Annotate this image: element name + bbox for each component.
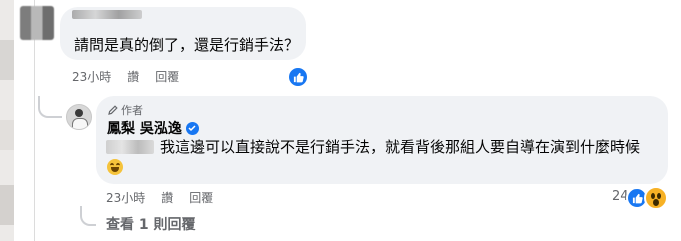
mention-redacted[interactable]	[106, 140, 154, 154]
background-page-strip	[0, 0, 14, 241]
reply-like-button[interactable]: 讚	[161, 189, 173, 206]
view-replies-link[interactable]: 查看 1 則回覆	[106, 214, 196, 234]
grin-emoji-icon	[107, 159, 123, 175]
author-name[interactable]: 鳳梨 吳泓逸	[107, 118, 199, 138]
thread-connector-replies	[80, 206, 96, 226]
commenter-name-redacted[interactable]	[72, 10, 142, 19]
comment-timestamp[interactable]: 23小時	[72, 68, 111, 85]
reply-timestamp[interactable]: 23小時	[106, 189, 145, 206]
reply-actions: 23小時 讚 回覆	[106, 189, 213, 206]
pencil-icon	[108, 105, 118, 115]
like-icon[interactable]	[287, 66, 309, 88]
verified-icon	[185, 121, 199, 135]
like-button[interactable]: 讚	[127, 68, 139, 85]
wow-icon[interactable]	[644, 186, 668, 210]
author-badge-label: 作者	[121, 104, 143, 117]
author-avatar[interactable]	[66, 104, 92, 130]
reply-text: 我這邊可以直接說不是行銷手法，就看背後那組人要自導在演到什麼時候	[160, 138, 641, 156]
author-name-label[interactable]: 鳳梨 吳泓逸	[107, 118, 182, 138]
reply-reply-button[interactable]: 回覆	[189, 189, 213, 206]
comment-actions: 23小時 讚 回覆	[72, 68, 179, 85]
author-badge: 作者	[108, 102, 143, 118]
commenter-avatar[interactable]	[20, 6, 54, 40]
comment-text: 請問是真的倒了，還是行銷手法？	[74, 36, 300, 54]
reply-button[interactable]: 回覆	[155, 68, 179, 85]
thread-connector	[38, 96, 62, 118]
